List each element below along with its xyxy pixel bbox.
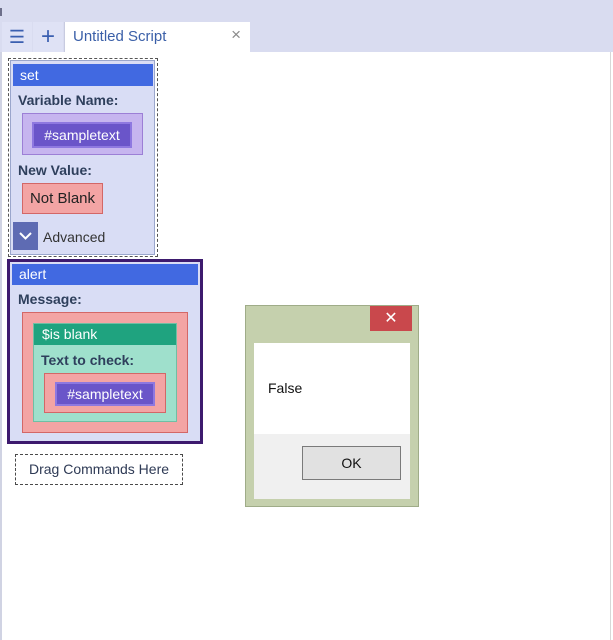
window-edge-mark xyxy=(0,8,2,16)
tab-title: Untitled Script xyxy=(73,28,167,45)
is-blank-function[interactable]: $is blank Text to check: #sampletext xyxy=(33,323,177,422)
is-blank-function-header[interactable]: $is blank xyxy=(34,324,176,345)
close-icon: ✕ xyxy=(384,310,398,327)
text-to-check-label: Text to check: xyxy=(41,352,135,368)
alert-command[interactable]: alert Message: $is blank Text to check: … xyxy=(7,259,203,444)
tab-untitled-script[interactable]: Untitled Script × xyxy=(64,22,250,52)
drag-commands-drop-zone[interactable]: Drag Commands Here xyxy=(15,454,183,485)
close-tab-icon[interactable]: × xyxy=(231,25,241,45)
message-label: Message: xyxy=(18,291,82,307)
dialog-button-bar: OK xyxy=(254,434,410,499)
advanced-toggle-button[interactable] xyxy=(13,222,38,250)
dialog-content: False xyxy=(254,343,410,434)
variable-name-label: Variable Name: xyxy=(18,92,119,108)
plus-icon: + xyxy=(40,23,55,50)
set-command[interactable]: set Variable Name: #sampletext New Value… xyxy=(10,60,155,255)
editor-right-border xyxy=(610,52,611,640)
drop-zone-label: Drag Commands Here xyxy=(28,461,170,477)
alert-command-header[interactable]: alert xyxy=(12,264,198,285)
variable-chip[interactable]: #sampletext xyxy=(55,382,155,406)
chevron-down-icon xyxy=(19,232,32,240)
set-command-header[interactable]: set xyxy=(13,64,153,86)
hamburger-icon: ☰ xyxy=(8,26,26,47)
add-tab-button[interactable]: + xyxy=(33,22,63,52)
ok-button[interactable]: OK xyxy=(302,446,401,480)
new-value-chip[interactable]: Not Blank xyxy=(22,183,103,214)
variable-chip[interactable]: #sampletext xyxy=(32,122,132,148)
message-slot[interactable]: $is blank Text to check: #sampletext xyxy=(22,312,188,433)
variable-name-slot[interactable]: #sampletext xyxy=(22,113,143,155)
new-value-label: New Value: xyxy=(18,162,92,178)
alert-dialog[interactable]: ✕ False OK xyxy=(245,305,419,507)
editor-left-border xyxy=(0,52,2,640)
menu-button[interactable]: ☰ xyxy=(2,22,32,52)
dialog-close-button[interactable]: ✕ xyxy=(370,306,412,331)
text-to-check-slot[interactable]: #sampletext xyxy=(44,373,166,413)
dialog-message: False xyxy=(268,380,303,396)
advanced-label[interactable]: Advanced xyxy=(43,229,105,245)
